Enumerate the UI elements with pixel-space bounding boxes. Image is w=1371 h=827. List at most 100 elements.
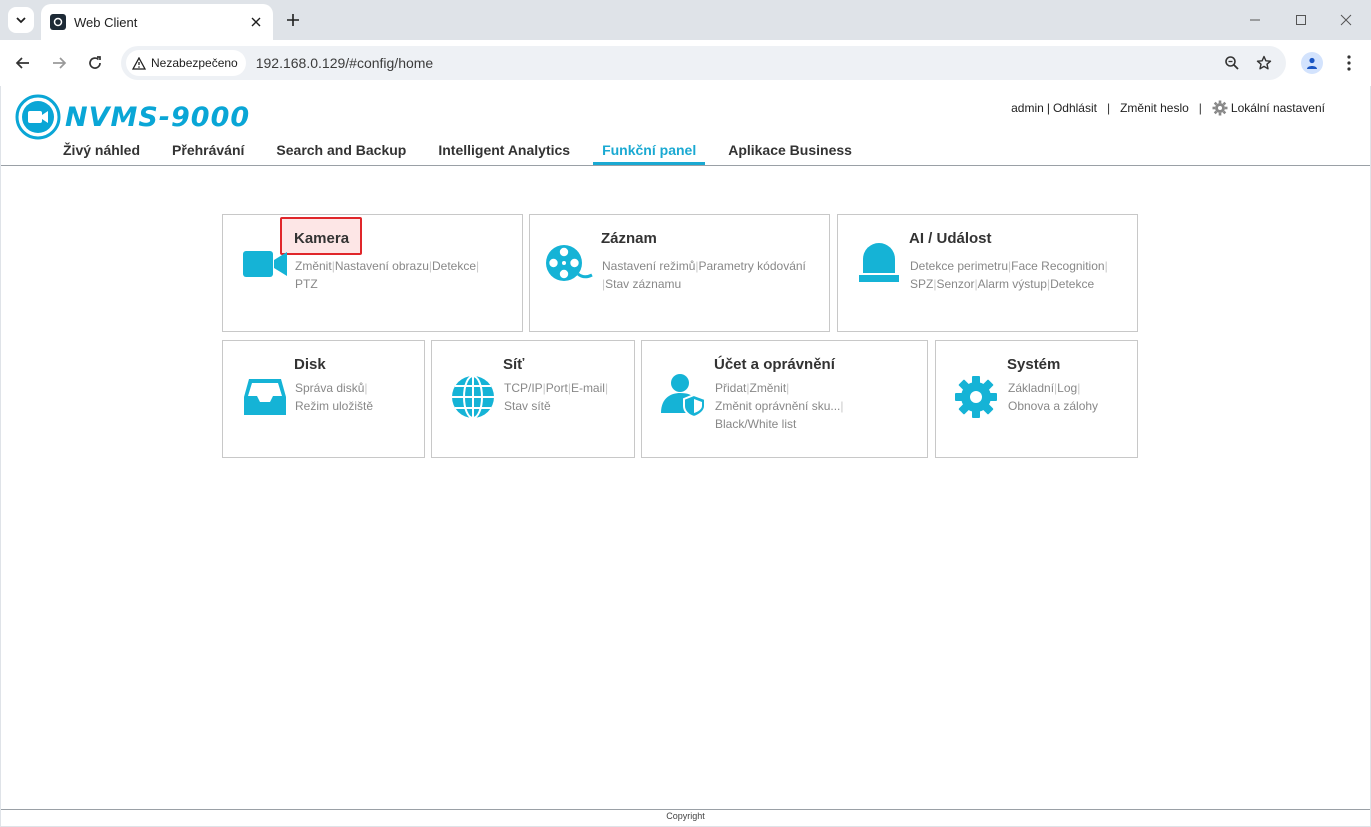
window-close-button[interactable] [1334, 8, 1358, 32]
footer-divider [1, 809, 1370, 810]
link-basic[interactable]: Základní [1008, 381, 1054, 395]
new-tab-button[interactable] [282, 9, 304, 31]
card-disk[interactable]: Disk Správa disků| Režim uložiště [222, 340, 425, 458]
link-record-status[interactable]: Stav záznamu [605, 277, 681, 291]
browser-tab[interactable]: Web Client [41, 4, 273, 40]
minimize-icon [1250, 19, 1260, 21]
film-reel-icon [546, 245, 593, 281]
link-mode-settings[interactable]: Nastavení režimů [602, 259, 695, 273]
card-system[interactable]: Systém Základní|Log| Obnova a zálohy [935, 340, 1138, 458]
card-account[interactable]: Účet a oprávnění Přidat|Změnit| Změnit o… [641, 340, 928, 458]
change-password-link[interactable]: Změnit heslo [1120, 101, 1189, 115]
link-detection[interactable]: Detekce [432, 259, 476, 273]
link-change-user[interactable]: Změnit [749, 381, 786, 395]
link-black-white-list[interactable]: Black/White list [715, 417, 796, 431]
card-title[interactable]: Kamera [294, 230, 349, 247]
link-storage-mode[interactable]: Režim uložiště [295, 399, 373, 413]
nav-search-backup[interactable]: Search and Backup [276, 141, 406, 165]
chevron-down-icon [16, 17, 26, 24]
copyright: Copyright [666, 811, 705, 821]
card-title[interactable]: Disk [294, 356, 326, 373]
security-label: Nezabezpečeno [151, 56, 238, 70]
browser-tab-bar: Web Client [0, 0, 1371, 40]
address-bar[interactable]: Nezabezpečeno 192.168.0.129/#config/home [121, 46, 1286, 80]
local-settings-link[interactable]: Lokální nastavení [1231, 101, 1325, 115]
link-email[interactable]: E-mail [571, 381, 605, 395]
link-alarm-output[interactable]: Alarm výstup [978, 277, 1047, 291]
tab-search-button[interactable] [8, 7, 34, 33]
zoom-button[interactable] [1218, 49, 1246, 77]
warning-icon [132, 56, 146, 70]
link-face-recognition[interactable]: Face Recognition [1011, 259, 1104, 273]
gear-icon [955, 376, 997, 418]
card-title[interactable]: Záznam [601, 230, 657, 247]
card-ai-event[interactable]: AI / Událost Detekce perimetru|Face Reco… [837, 214, 1138, 332]
user-link[interactable]: admin [1011, 101, 1044, 115]
card-camera[interactable]: Kamera Změnit|Nastavení obrazu|Detekce| … [222, 214, 523, 332]
card-title[interactable]: Systém [1007, 356, 1060, 373]
card-links: Nastavení režimů|Parametry kódování |Sta… [602, 259, 806, 291]
globe-icon [452, 375, 494, 419]
link-restore-backup[interactable]: Obnova a zálohy [1008, 399, 1098, 413]
card-title[interactable]: Účet a oprávnění [714, 356, 835, 373]
close-icon [251, 17, 261, 27]
arrow-right-icon [53, 57, 67, 69]
nav-intelligent-analytics[interactable]: Intelligent Analytics [438, 141, 570, 165]
forward-button[interactable] [47, 51, 71, 75]
nav-business-apps[interactable]: Aplikace Business [728, 141, 852, 165]
back-button[interactable] [11, 51, 35, 75]
link-change-group-permissions[interactable]: Změnit oprávnění sku... [715, 399, 840, 413]
nav-divider [1, 165, 1370, 166]
url-text[interactable]: 192.168.0.129/#config/home [256, 55, 1218, 71]
card-links: Přidat|Změnit| Změnit oprávnění sku...| … [715, 381, 844, 431]
maximize-button[interactable] [1289, 8, 1313, 32]
link-port[interactable]: Port [546, 381, 568, 395]
link-detection[interactable]: Detekce [1050, 277, 1094, 291]
link-log[interactable]: Log [1057, 381, 1077, 395]
link-network-status[interactable]: Stav sítě [504, 399, 551, 413]
link-add-user[interactable]: Přidat [715, 381, 746, 395]
gear-icon [1212, 100, 1228, 116]
tab-title: Web Client [74, 14, 138, 30]
zoom-icon [1225, 56, 1239, 70]
camera-logo-icon [15, 94, 61, 140]
card-title[interactable]: AI / Událost [909, 230, 992, 247]
web-page: NVMS-9000 admin | Odhlásit | Změnit hesl… [1, 86, 1370, 826]
main-nav: Živý náhled Přehrávání Search and Backup… [63, 141, 884, 165]
card-title[interactable]: Síť [503, 356, 524, 373]
logout-link[interactable]: Odhlásit [1053, 101, 1097, 115]
security-chip[interactable]: Nezabezpečeno [126, 50, 246, 76]
link-lpr[interactable]: SPZ [910, 277, 933, 291]
browser-toolbar: Nezabezpečeno 192.168.0.129/#config/home [0, 40, 1371, 86]
reload-button[interactable] [83, 51, 107, 75]
link-encoding-params[interactable]: Parametry kódování [699, 259, 806, 273]
link-tcpip[interactable]: TCP/IP [504, 381, 543, 395]
link-ptz[interactable]: PTZ [295, 277, 318, 291]
link-image-settings[interactable]: Nastavení obrazu [335, 259, 429, 273]
star-icon [1256, 55, 1272, 70]
app-logo: NVMS-9000 [15, 94, 250, 140]
link-perimeter-detection[interactable]: Detekce perimetru [910, 259, 1008, 273]
kebab-menu-icon [1347, 55, 1351, 71]
reload-icon [89, 56, 101, 69]
link-sensor[interactable]: Senzor [936, 277, 974, 291]
card-links: Základní|Log| Obnova a zálohy [1008, 381, 1099, 413]
minimize-button[interactable] [1243, 8, 1267, 32]
tab-close-button[interactable] [245, 11, 267, 33]
link-change[interactable]: Změnit [295, 259, 332, 273]
profile-button[interactable] [1301, 52, 1323, 74]
card-record[interactable]: Záznam Nastavení režimů|Parametry kódová… [529, 214, 830, 332]
plus-icon [287, 14, 299, 26]
bookmark-button[interactable] [1250, 49, 1278, 77]
disk-tray-icon [244, 379, 286, 415]
link-disk-management[interactable]: Správa disků [295, 381, 364, 395]
close-icon [1340, 14, 1352, 26]
nav-function-panel[interactable]: Funkční panel [593, 141, 706, 165]
nav-live-view[interactable]: Živý náhled [63, 141, 140, 165]
nav-playback[interactable]: Přehrávání [172, 141, 244, 165]
card-links: Změnit|Nastavení obrazu|Detekce| PTZ [295, 259, 480, 291]
card-network[interactable]: Síť TCP/IP|Port|E-mail| Stav sítě [431, 340, 635, 458]
card-links: Správa disků| Režim uložiště [295, 381, 374, 413]
browser-menu-button[interactable] [1338, 52, 1360, 74]
card-links: Detekce perimetru|Face Recognition| SPZ|… [910, 259, 1108, 291]
